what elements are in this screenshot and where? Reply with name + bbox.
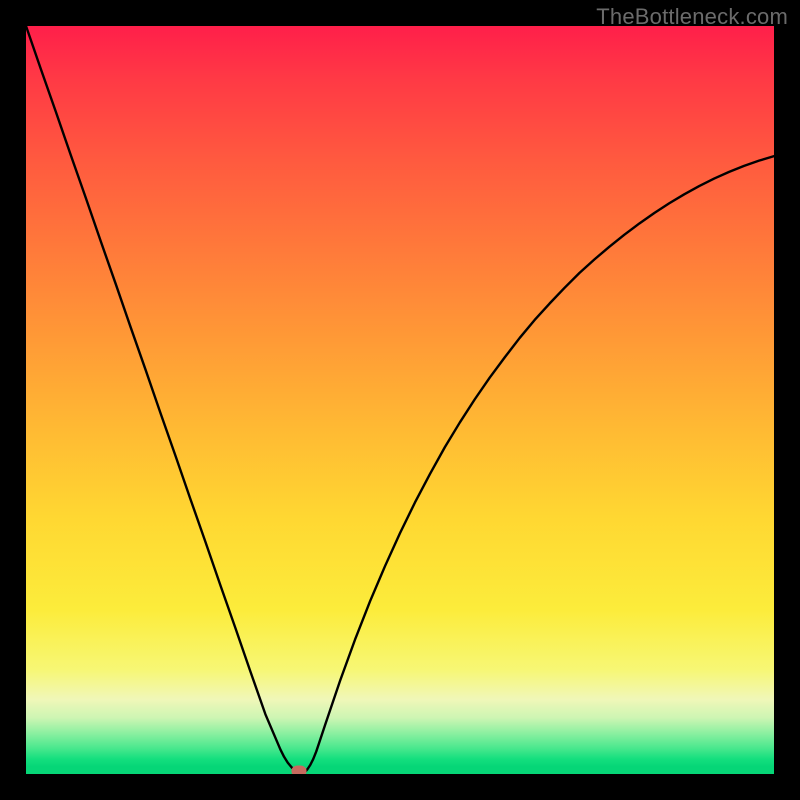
curve-svg	[26, 26, 774, 774]
plot-area	[26, 26, 774, 774]
chart-container: TheBottleneck.com	[0, 0, 800, 800]
curve-path	[26, 26, 774, 774]
min-marker-icon	[292, 766, 307, 775]
